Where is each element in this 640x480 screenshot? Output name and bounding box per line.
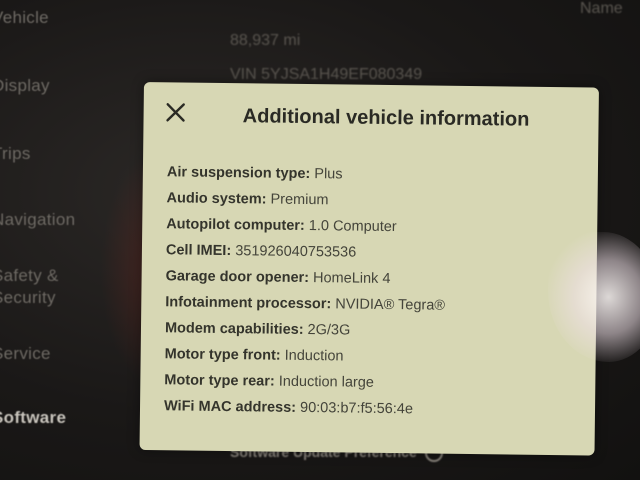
top-right-label: Name <box>580 0 623 17</box>
info-value: 90:03:b7:f5:56:4e <box>299 399 414 418</box>
info-value: Plus <box>314 166 343 183</box>
info-label: Motor type front: <box>164 346 281 364</box>
info-value: 351926040753536 <box>235 243 357 261</box>
vin-number: VIN 5YJSA1H49EF080349 <box>230 66 423 83</box>
menu-item-trips[interactable]: Trips <box>0 144 31 164</box>
info-label: Air suspension type: <box>166 164 311 183</box>
menu-item-software[interactable]: Software <box>0 408 66 428</box>
menu-item-navigation[interactable]: Navigation <box>0 210 75 230</box>
info-label: Infotainment processor: <box>165 294 332 313</box>
info-label: Motor type rear: <box>164 372 275 390</box>
additional-vehicle-info-dialog: Additional vehicle information Air suspe… <box>139 82 599 456</box>
info-value: NVIDIA® Tegra® <box>335 296 446 314</box>
info-label: Autopilot computer: <box>166 216 305 234</box>
menu-item-vehicle[interactable]: Vehicle <box>0 8 49 28</box>
info-value: Induction large <box>278 373 374 391</box>
odometer-reading: 88,937 mi <box>230 32 301 49</box>
background-settings-menu: Vehicle Display Trips Navigation Safety … <box>0 0 142 480</box>
menu-item-safety[interactable]: Safety & <box>0 266 59 286</box>
vehicle-info-list: Air suspension type: Plus Audio system: … <box>164 164 577 429</box>
info-label: Cell IMEI: <box>165 242 232 260</box>
menu-item-service[interactable]: Service <box>0 344 51 364</box>
info-value: Premium <box>270 191 329 209</box>
menu-item-display[interactable]: Display <box>0 76 50 96</box>
info-label: Modem capabilities: <box>164 320 304 338</box>
info-value: Induction <box>284 347 344 365</box>
dialog-title: Additional vehicle information <box>242 105 530 131</box>
info-row-wifi-mac: WiFi MAC address: 90:03:b7:f5:56:4e <box>164 398 574 429</box>
info-value: HomeLink 4 <box>312 270 391 288</box>
info-label: Garage door opener: <box>165 268 310 287</box>
info-value: 2G/3G <box>307 322 351 339</box>
menu-item-security[interactable]: Security <box>0 288 56 308</box>
info-value: 1.0 Computer <box>308 218 397 236</box>
info-label: WiFi MAC address: <box>163 398 297 416</box>
info-label: Audio system: <box>166 190 267 208</box>
